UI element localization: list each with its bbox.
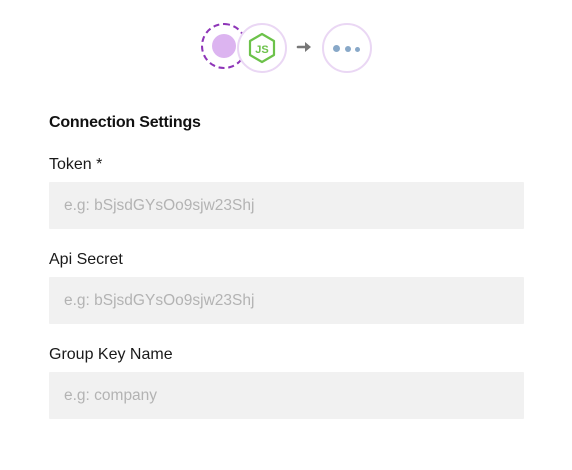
api-secret-input[interactable] [49,277,524,324]
more-dots-icon[interactable] [322,23,372,73]
group-key-name-input[interactable] [49,372,524,419]
token-input[interactable] [49,182,524,229]
connection-flow: JS [0,0,572,96]
token-label: Token * [49,156,103,173]
nodejs-icon-label: JS [255,44,268,56]
nodejs-icon: JS [248,32,276,64]
arrow-right-icon [296,42,311,52]
dot-icon [355,47,360,52]
group-key-name-label: Group Key Name [49,346,173,363]
section-title: Connection Settings [49,114,201,131]
dot-icon [345,46,351,52]
trigger-node-dot [212,34,236,58]
api-secret-label: Api Secret [49,251,123,268]
nodejs-node[interactable]: JS [237,23,287,73]
dot-icon [333,45,340,52]
